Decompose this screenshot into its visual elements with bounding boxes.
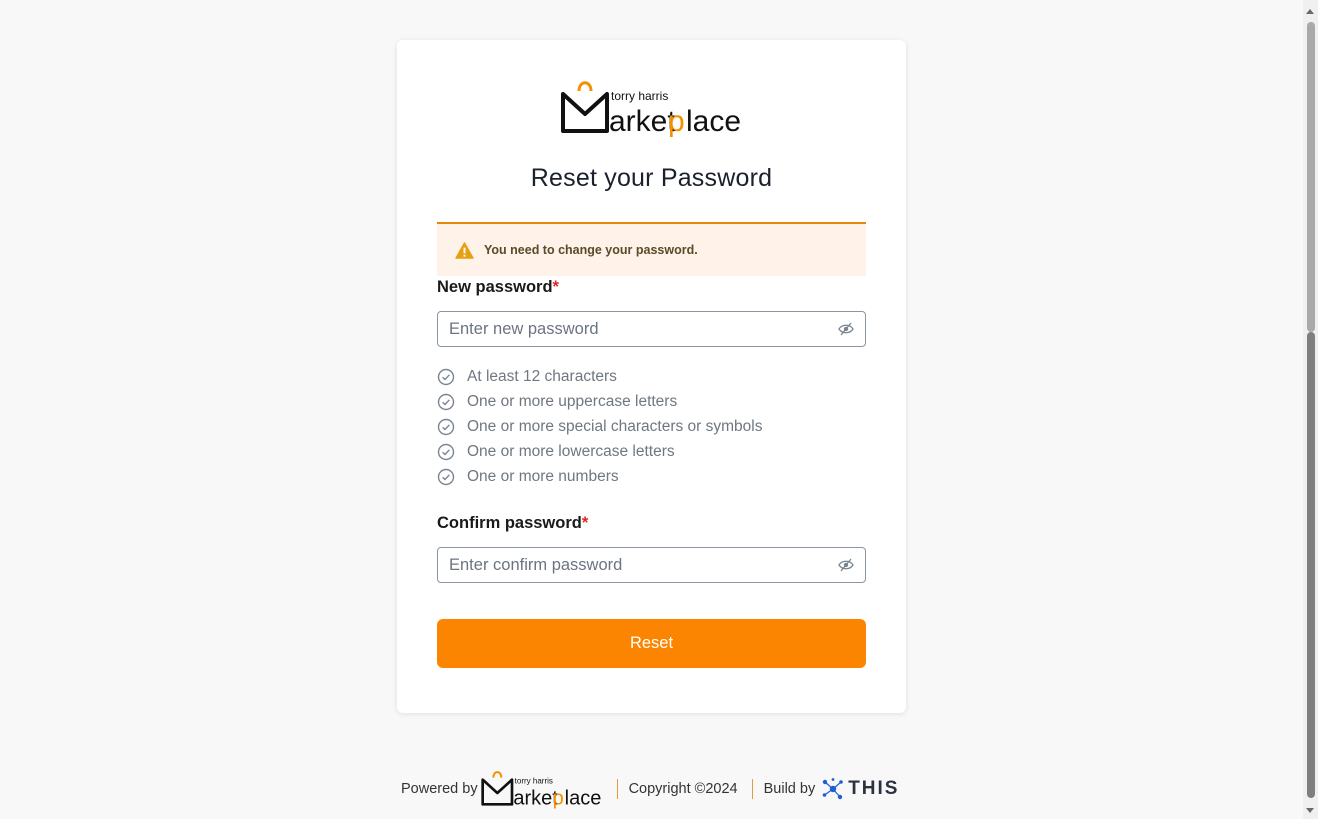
this-logo[interactable]: THIS — [821, 777, 899, 801]
eye-slash-icon[interactable] — [838, 322, 854, 336]
svg-text:p: p — [552, 787, 563, 809]
new-password-label-text: New password — [437, 278, 553, 296]
password-rule-text: One or more special characters or symbol… — [467, 417, 763, 435]
scroll-down-arrow-icon[interactable] — [1306, 808, 1314, 813]
required-mark: * — [581, 514, 589, 532]
password-rule-text: One or more lowercase letters — [467, 442, 675, 460]
password-rules-list: At least 12 characters One or more upper… — [437, 364, 762, 489]
confirm-password-input[interactable] — [438, 548, 829, 582]
password-rule: At least 12 characters — [437, 364, 762, 389]
page-scrollbar[interactable] — [1303, 0, 1318, 819]
check-circle-icon — [437, 393, 455, 410]
confirm-password-label-text: Confirm password — [437, 514, 582, 532]
scrollbar-track-upper[interactable] — [1307, 22, 1315, 332]
password-rule-text: One or more numbers — [467, 467, 619, 485]
check-circle-icon — [437, 368, 455, 385]
confirm-password-field[interactable] — [437, 547, 866, 583]
footer: Powered by torry harris arket p lace Cop… — [401, 769, 899, 809]
svg-text:arket: arket — [609, 105, 676, 138]
confirm-password-label: Confirm password* — [437, 514, 588, 533]
svg-text:lace: lace — [686, 105, 741, 138]
password-rule-text: At least 12 characters — [467, 367, 617, 385]
footer-logo-top-text: torry harris — [514, 777, 552, 786]
svg-text:arket: arket — [513, 787, 558, 809]
check-circle-icon — [437, 418, 455, 435]
eye-slash-icon[interactable] — [838, 558, 854, 572]
warning-icon — [455, 241, 474, 259]
marketplace-logo: torry harris arket p lace — [561, 81, 741, 138]
required-mark: * — [552, 278, 559, 296]
svg-text:lace: lace — [564, 787, 601, 809]
check-circle-icon — [437, 468, 455, 485]
footer-divider — [751, 779, 753, 799]
new-password-label: New password* — [437, 278, 559, 297]
scrollbar-thumb[interactable] — [1307, 332, 1315, 798]
alert-message: You need to change your password. — [484, 243, 698, 257]
password-rule: One or more lowercase letters — [437, 439, 762, 464]
password-rule-text: One or more uppercase letters — [467, 392, 678, 410]
this-brand-text: THIS — [848, 778, 900, 799]
page-title: Reset your Password — [530, 164, 773, 192]
svg-text:p: p — [668, 105, 685, 138]
network-nodes-icon — [822, 778, 844, 800]
scroll-up-arrow-icon[interactable] — [1306, 9, 1314, 14]
reset-button[interactable]: Reset — [437, 619, 866, 668]
password-rule: One or more uppercase letters — [437, 389, 762, 414]
check-circle-icon — [437, 443, 455, 460]
new-password-input[interactable] — [438, 312, 829, 346]
password-change-alert: You need to change your password. — [437, 222, 866, 276]
powered-by-text: Powered by — [401, 781, 478, 797]
password-rule: One or more special characters or symbol… — [437, 414, 762, 439]
marketplace-footer-logo[interactable]: torry harris arket p lace — [480, 769, 603, 809]
build-by-text: Build by — [763, 781, 816, 797]
new-password-field[interactable] — [437, 311, 866, 347]
reset-password-card: torry harris arket p lace Reset your Pas… — [397, 40, 906, 713]
copyright-text: Copyright ©2024 — [628, 781, 738, 797]
password-rule: One or more numbers — [437, 464, 762, 489]
footer-divider — [616, 779, 618, 799]
logo-top-text: torry harris — [611, 89, 668, 103]
